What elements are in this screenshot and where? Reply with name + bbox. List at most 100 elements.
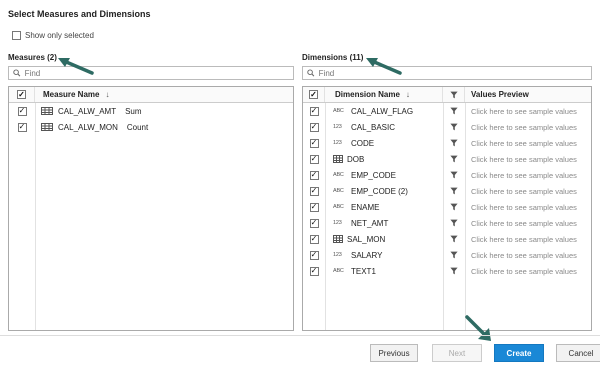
dimensions-label: Dimensions (11) xyxy=(302,53,364,62)
sample-values-link[interactable]: Click here to see sample values xyxy=(471,123,577,132)
dimension-row[interactable]: ✓ 123 CAL_BASIC Click here to see sample va… xyxy=(303,119,591,135)
dimension-name-header[interactable]: Dimension Name xyxy=(335,90,400,99)
measure-aggregation[interactable]: Sum xyxy=(125,107,141,116)
sample-values-link[interactable]: Click here to see sample values xyxy=(471,187,577,196)
annotation-arrow-icon xyxy=(465,315,491,341)
sample-values-link[interactable]: Click here to see sample values xyxy=(471,107,577,116)
dimension-row-checkbox[interactable]: ✓ xyxy=(309,154,319,164)
search-icon xyxy=(307,69,315,77)
sample-values-link[interactable]: Click here to see sample values xyxy=(471,251,577,260)
dimension-name: ENAME xyxy=(351,202,380,212)
dimension-row-checkbox[interactable]: ✓ xyxy=(309,250,319,260)
filter-icon[interactable] xyxy=(450,155,458,163)
measure-row[interactable]: ✓ CAL_ALW_AMT Sum xyxy=(9,103,293,119)
next-button[interactable]: Next xyxy=(432,344,482,362)
measures-search[interactable] xyxy=(8,66,294,80)
filter-icon[interactable] xyxy=(449,91,458,99)
sample-values-link[interactable]: Click here to see sample values xyxy=(471,219,577,228)
filter-icon[interactable] xyxy=(450,267,458,275)
dimension-row-checkbox[interactable]: ✓ xyxy=(309,106,319,116)
dimension-row[interactable]: ✓ SAL_MON Click here to see sample values xyxy=(303,231,591,247)
filter-icon[interactable] xyxy=(450,187,458,195)
data-type-icon: ABC xyxy=(333,108,344,114)
sample-values-link[interactable]: Click here to see sample values xyxy=(471,203,577,212)
dimension-row[interactable]: ✓ ABC ENAME Click here to see sample values xyxy=(303,199,591,215)
dimensions-search-input[interactable] xyxy=(318,68,591,78)
dimension-row-checkbox[interactable]: ✓ xyxy=(309,186,319,196)
dimension-row-checkbox[interactable]: ✓ xyxy=(309,122,319,132)
measure-grid-icon xyxy=(41,123,53,131)
dialog-title: Select Measures and Dimensions xyxy=(8,9,151,19)
previous-button[interactable]: Previous xyxy=(370,344,418,362)
filter-icon[interactable] xyxy=(450,219,458,227)
measure-name-header[interactable]: Measure Name xyxy=(43,90,99,99)
annotation-arrow-icon xyxy=(366,58,402,75)
date-table-icon xyxy=(333,235,343,243)
dimension-row[interactable]: ✓ 123 SALARY Click here to see sample value… xyxy=(303,247,591,263)
measures-label: Measures (2) xyxy=(8,53,57,62)
data-type-icon: 123 xyxy=(333,140,342,146)
dimension-name: SALARY xyxy=(351,250,383,260)
dimension-row-checkbox[interactable]: ✓ xyxy=(309,202,319,212)
sample-values-link[interactable]: Click here to see sample values xyxy=(471,267,577,276)
dimension-row-checkbox[interactable]: ✓ xyxy=(309,170,319,180)
filter-icon[interactable] xyxy=(450,107,458,115)
measures-table: ✓ Measure Name ↓ ✓ CAL_ALW_AMT Sum ✓ CAL_ALW… xyxy=(8,86,294,331)
search-icon xyxy=(13,69,21,77)
dimension-row-checkbox[interactable]: ✓ xyxy=(309,266,319,276)
dimension-name: DOB xyxy=(347,154,365,164)
dimension-name: TEXT1 xyxy=(351,266,376,276)
show-only-selected[interactable]: Show only selected xyxy=(12,31,94,40)
annotation-arrow-icon xyxy=(58,58,94,75)
measure-grid-icon xyxy=(41,107,53,115)
dimension-row[interactable]: ✓ ABC EMP_CODE (2) Click here to see sample… xyxy=(303,183,591,199)
dimension-row[interactable]: ✓ ABC EMP_CODE Click here to see sample val… xyxy=(303,167,591,183)
create-button[interactable]: Create xyxy=(494,344,544,362)
filter-icon[interactable] xyxy=(450,203,458,211)
dimensions-select-all-checkbox[interactable]: ✓ xyxy=(309,90,318,99)
dimensions-rows: ✓ ABC CAL_ALW_FLAG Click here to see sample… xyxy=(303,103,591,279)
measure-row-checkbox[interactable]: ✓ xyxy=(17,106,27,116)
dimension-row-checkbox[interactable]: ✓ xyxy=(309,138,319,148)
sort-down-icon[interactable]: ↓ xyxy=(406,90,410,99)
filter-icon[interactable] xyxy=(450,171,458,179)
data-type-icon: ABC xyxy=(333,188,344,194)
data-type-icon: 123 xyxy=(333,220,342,226)
data-type-icon: 123 xyxy=(333,252,342,258)
cancel-button[interactable]: Cancel xyxy=(556,344,600,362)
sample-values-link[interactable]: Click here to see sample values xyxy=(471,155,577,164)
sample-values-link[interactable]: Click here to see sample values xyxy=(471,171,577,180)
filter-icon[interactable] xyxy=(450,251,458,259)
dimension-row-checkbox[interactable]: ✓ xyxy=(309,234,319,244)
dimension-row[interactable]: ✓ ABC TEXT1 Click here to see sample values xyxy=(303,263,591,279)
dimension-name: CAL_BASIC xyxy=(351,122,396,132)
dimension-row-checkbox[interactable]: ✓ xyxy=(309,218,319,228)
sort-down-icon[interactable]: ↓ xyxy=(105,90,109,99)
measures-select-all-checkbox[interactable]: ✓ xyxy=(17,90,26,99)
measure-name: CAL_ALW_AMT xyxy=(58,106,117,116)
dimension-row[interactable]: ✓ 123 CODE Click here to see sample values xyxy=(303,135,591,151)
data-type-icon: ABC xyxy=(333,204,344,210)
measure-name: CAL_ALW_MON xyxy=(58,122,118,132)
dimension-name: CAL_ALW_FLAG xyxy=(351,106,414,116)
filter-icon[interactable] xyxy=(450,235,458,243)
dimensions-search[interactable] xyxy=(302,66,592,80)
dimension-name: EMP_CODE xyxy=(351,170,396,180)
filter-icon[interactable] xyxy=(450,139,458,147)
sample-values-link[interactable]: Click here to see sample values xyxy=(471,139,577,148)
dimension-name: CODE xyxy=(351,138,375,148)
dimension-row[interactable]: ✓ 123 NET_AMT Click here to see sample valu… xyxy=(303,215,591,231)
dimension-name: NET_AMT xyxy=(351,218,389,228)
show-only-selected-checkbox[interactable] xyxy=(12,31,21,40)
measure-row-checkbox[interactable]: ✓ xyxy=(17,122,27,132)
sample-values-link[interactable]: Click here to see sample values xyxy=(471,235,577,244)
dimension-row[interactable]: ✓ ABC CAL_ALW_FLAG Click here to see sample… xyxy=(303,103,591,119)
measure-aggregation[interactable]: Count xyxy=(127,123,148,132)
measure-row[interactable]: ✓ CAL_ALW_MON Count xyxy=(9,119,293,135)
measures-rows: ✓ CAL_ALW_AMT Sum ✓ CAL_ALW_MON Count xyxy=(9,103,293,135)
date-table-icon xyxy=(333,155,343,163)
data-type-icon: ABC xyxy=(333,268,344,274)
dimensions-table-header: ✓ Dimension Name ↓ Values Preview xyxy=(303,87,591,103)
filter-icon[interactable] xyxy=(450,123,458,131)
dimension-row[interactable]: ✓ DOB Click here to see sample values xyxy=(303,151,591,167)
